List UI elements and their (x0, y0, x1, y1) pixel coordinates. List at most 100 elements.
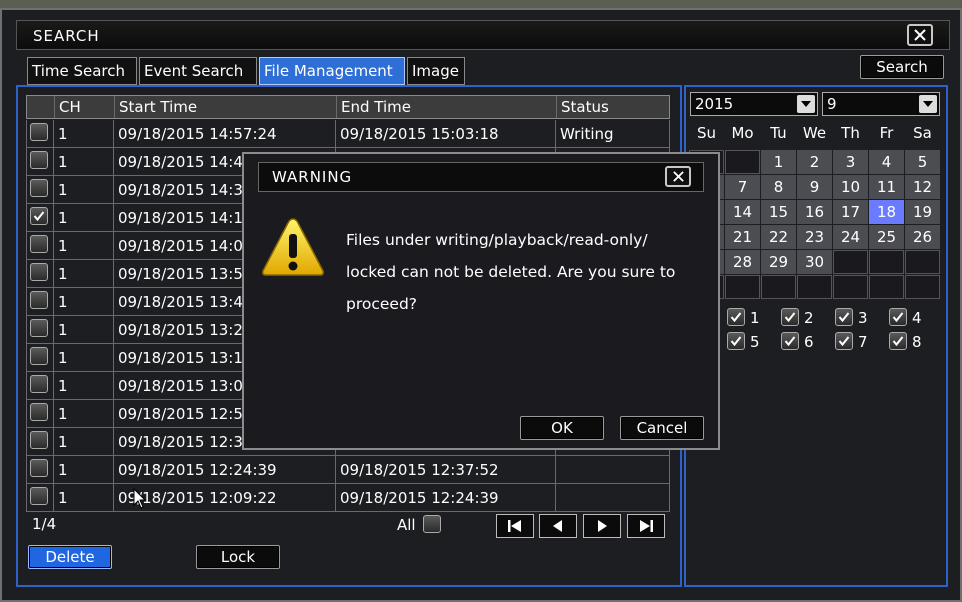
channel-checkbox[interactable] (727, 332, 745, 350)
select-all-checkbox[interactable] (423, 515, 441, 533)
row-checkbox[interactable] (30, 459, 48, 477)
calendar-day[interactable]: 29 (761, 250, 796, 274)
calendar-day[interactable]: 16 (797, 200, 832, 224)
channel-checkbox[interactable] (835, 332, 853, 350)
tab-label: Event Search (144, 62, 244, 80)
calendar-day[interactable]: 14 (725, 200, 760, 224)
lock-button[interactable]: Lock (196, 545, 280, 569)
first-page-button[interactable] (496, 514, 534, 538)
column-header-end-time: End Time (341, 98, 411, 116)
channel-label: 4 (912, 309, 922, 327)
cell-ch: 1 (58, 124, 68, 143)
checkmark-icon (784, 312, 796, 323)
column-header-start-time: Start Time (119, 98, 198, 116)
cell-end-time: 09/18/2015 15:03:18 (340, 124, 499, 143)
channel-label: 1 (750, 309, 760, 327)
calendar-day[interactable]: 5 (905, 150, 940, 174)
calendar-day[interactable]: 8 (761, 175, 796, 199)
dialog-message-line: locked can not be deleted. Are you sure … (346, 263, 676, 281)
cell-ch: 1 (58, 376, 68, 395)
window-close-button[interactable] (907, 24, 933, 46)
delete-button[interactable]: Delete (28, 545, 112, 569)
row-checkbox[interactable] (30, 319, 48, 337)
table-row[interactable]: 1 09/18/2015 12:24:39 09/18/2015 12:37:52 (26, 456, 670, 484)
tab-image[interactable]: Image (407, 57, 465, 85)
next-page-button[interactable] (583, 514, 621, 538)
column-header-status: Status (561, 98, 609, 116)
calendar-day[interactable]: 17 (833, 200, 868, 224)
calendar-empty-cell (725, 150, 760, 174)
channel-label: 3 (858, 309, 868, 327)
calendar-day[interactable]: 26 (905, 225, 940, 249)
cell-status: Writing (560, 124, 614, 143)
row-checkbox[interactable] (30, 431, 48, 449)
cell-ch: 1 (58, 404, 68, 423)
month-select[interactable]: 9 (822, 92, 940, 116)
row-checkbox[interactable] (30, 403, 48, 421)
table-row[interactable]: 1 09/18/2015 12:09:22 09/18/2015 12:24:39 (26, 484, 670, 512)
dialog-title: WARNING (272, 168, 353, 186)
calendar-day[interactable]: 12 (905, 175, 940, 199)
ok-button[interactable]: OK (520, 416, 604, 440)
calendar-empty-cell (725, 275, 760, 299)
row-checkbox[interactable] (30, 291, 48, 309)
weekday-label: Mo (731, 124, 754, 142)
calendar-day[interactable]: 18 (869, 200, 904, 224)
calendar-day[interactable]: 30 (797, 250, 832, 274)
last-page-button[interactable] (627, 514, 665, 538)
dialog-message-line: Files under writing/playback/read-only/ (346, 231, 648, 249)
tab-label: File Management (264, 62, 393, 80)
calendar-day[interactable]: 3 (833, 150, 868, 174)
cell-ch: 1 (58, 208, 68, 227)
search-button[interactable]: Search (860, 55, 944, 79)
calendar-day[interactable]: 9 (797, 175, 832, 199)
calendar-day[interactable]: 2 (797, 150, 832, 174)
row-checkbox[interactable] (30, 151, 48, 169)
year-value: 2015 (695, 95, 734, 113)
tab-time-search[interactable]: Time Search (27, 57, 137, 85)
tab-event-search[interactable]: Event Search (139, 57, 257, 85)
calendar-day[interactable]: 28 (725, 250, 760, 274)
calendar-day[interactable]: 22 (761, 225, 796, 249)
cancel-button[interactable]: Cancel (620, 416, 704, 440)
row-checkbox[interactable] (30, 375, 48, 393)
calendar-day[interactable]: 1 (761, 150, 796, 174)
calendar-day[interactable]: 25 (869, 225, 904, 249)
previous-page-button[interactable] (539, 514, 577, 538)
calendar-empty-cell (869, 250, 904, 274)
row-checkbox[interactable] (30, 487, 48, 505)
calendar-day[interactable]: 21 (725, 225, 760, 249)
row-checkbox[interactable] (30, 179, 48, 197)
channel-checkbox[interactable] (781, 332, 799, 350)
calendar-day[interactable]: 7 (725, 175, 760, 199)
calendar-day[interactable]: 10 (833, 175, 868, 199)
row-checkbox[interactable] (30, 347, 48, 365)
row-checkbox[interactable] (30, 235, 48, 253)
channel-checkbox[interactable] (781, 308, 799, 326)
checkmark-icon (784, 336, 796, 347)
channel-checkbox[interactable] (835, 308, 853, 326)
row-checkbox[interactable] (30, 123, 48, 141)
calendar-day[interactable]: 11 (869, 175, 904, 199)
cell-start-time: 09/18/2015 14:57:24 (118, 124, 277, 143)
table-header: CH Start Time End Time Status (26, 95, 670, 119)
year-select[interactable]: 2015 (690, 92, 818, 116)
channel-checkbox[interactable] (889, 308, 907, 326)
table-row[interactable]: 1 09/18/2015 14:57:24 09/18/2015 15:03:18 W… (26, 120, 670, 148)
weekday-label: Tu (770, 124, 787, 142)
row-checkbox[interactable] (30, 207, 48, 225)
calendar-day[interactable]: 15 (761, 200, 796, 224)
weekday-label: We (802, 124, 827, 142)
calendar-day[interactable]: 24 (833, 225, 868, 249)
cell-ch: 1 (58, 432, 68, 451)
cell-ch: 1 (58, 320, 68, 339)
channel-checkbox[interactable] (889, 332, 907, 350)
tab-file-management[interactable]: File Management (259, 57, 405, 85)
calendar-day[interactable]: 4 (869, 150, 904, 174)
channel-checkbox[interactable] (727, 308, 745, 326)
dialog-close-button[interactable] (665, 166, 691, 187)
row-checkbox[interactable] (30, 263, 48, 281)
calendar-empty-cell (905, 250, 940, 274)
calendar-day[interactable]: 23 (797, 225, 832, 249)
calendar-day[interactable]: 19 (905, 200, 940, 224)
